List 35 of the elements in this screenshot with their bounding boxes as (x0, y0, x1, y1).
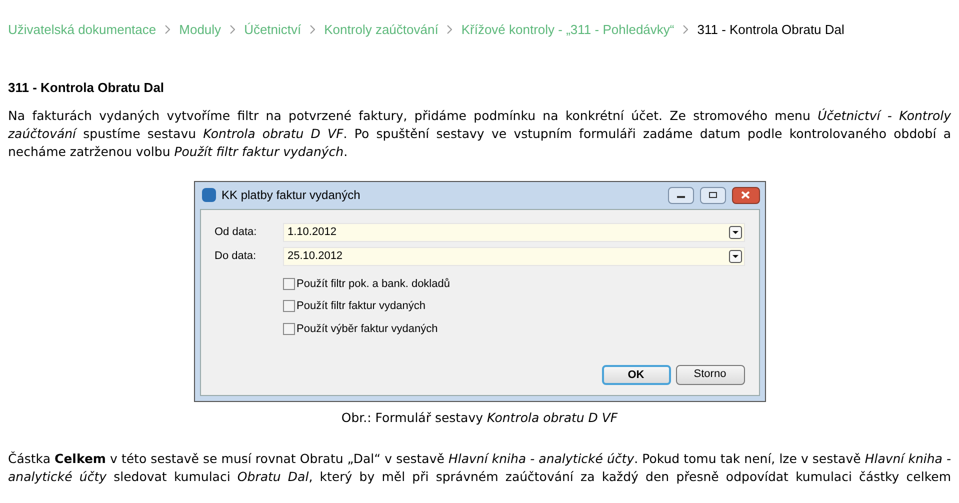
app-icon (202, 188, 216, 202)
field-label: Od data: (214, 225, 258, 240)
chevron-icon (230, 25, 236, 34)
minimize-button[interactable] (668, 186, 694, 204)
chevron-icon (165, 25, 170, 34)
chevron-icon (447, 25, 452, 34)
checkbox[interactable] (282, 300, 294, 312)
breadcrumb-link[interactable]: Moduly (179, 20, 222, 40)
dialog-button[interactable]: OK (602, 364, 670, 384)
chevron-icon (683, 25, 688, 34)
checkbox[interactable] (282, 322, 294, 335)
dropdown-icon (728, 226, 742, 239)
breadcrumb-current: 311 - Kontrola Obratu Dal (697, 20, 844, 39)
checkbox-label: Použít výběr faktur vydaných (296, 322, 438, 336)
dropdown-icon (728, 250, 742, 263)
breadcrumb-link[interactable]: Křížové kontroly - „311 - Pohledávky“ (461, 20, 674, 40)
date-field[interactable]: 1.10.2012 (282, 223, 744, 242)
body-paragraph: Částka Celkem v této sestavě se musí rovnat Obratu „Dal“ v sestavě Hlavní kniha - analytické účty. Pokud tomu tak není, lze v sestavě Hlavní kniha - analytické účty sledovat kumulaci Obratu Dal, který by měl při správném zaúčtování za každý den přesně odpovídat kumulaci částky celkem (8, 450, 951, 486)
close-icon (741, 191, 750, 199)
breadcrumb-link[interactable]: Uživatelská dokumentace (8, 20, 156, 40)
date-field[interactable]: 25.10.2012 (282, 247, 744, 266)
section-heading: 311 - Kontrola Obratu Dal (8, 79, 166, 97)
dialog-button[interactable]: Storno (676, 364, 744, 384)
breadcrumb-link[interactable]: Kontroly zaúčtování (324, 20, 438, 40)
maximize-button[interactable] (700, 186, 726, 204)
checkbox-label: Použít filtr faktur vydaných (296, 299, 426, 314)
breadcrumb-link[interactable]: Účetnictví (244, 20, 302, 40)
intro-paragraph: Na fakturách vydaných vytvoříme filtr na potvrzené faktury, přidáme podmínku na konkrétní účet. Ze stromového menu Účetnictví - Kontroly zaúčtování spustíme sestavu Kontrola obratu D VF. Po spuštění sestavy ve vstupním formuláři zadáme datum podle kontrolovaného období a necháme zatrženou volbu Použít filtr faktur vydaných. (8, 106, 951, 160)
checkbox[interactable] (282, 278, 294, 290)
checkbox-label: Použít filtr pok. a bank. dokladů (296, 276, 450, 292)
chevron-icon (310, 25, 316, 34)
window-title: KK platby faktur vydaných (222, 187, 362, 204)
figure-caption: Obr.: Formulář sestavy Kontrola obratu D VF (340, 408, 619, 427)
close-button[interactable] (732, 186, 760, 204)
field-label: Do data: (214, 249, 258, 264)
